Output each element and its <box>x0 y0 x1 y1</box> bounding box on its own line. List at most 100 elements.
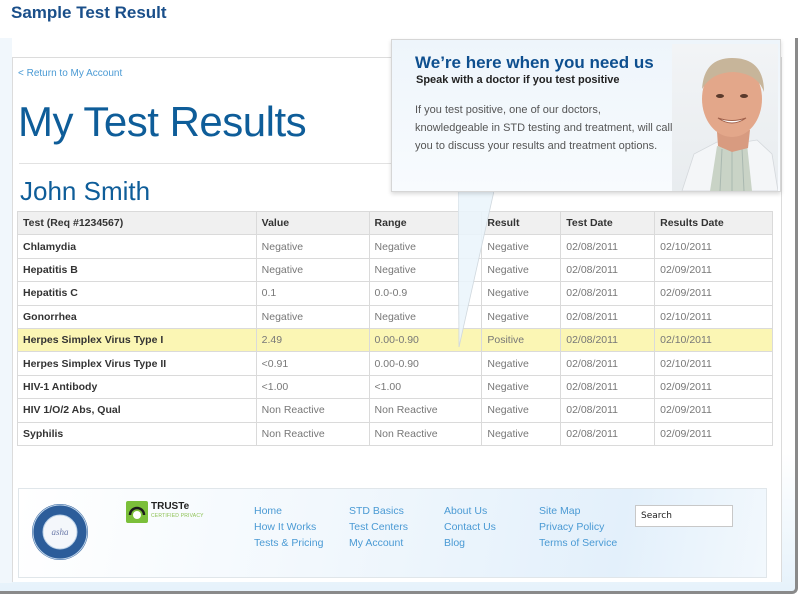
footer-links-column-1: Home How It Works Tests & Pricing <box>254 503 323 551</box>
table-row: Syphilis Non Reactive Non Reactive Negative… <box>17 421 773 446</box>
column-header-result: Result <box>481 210 562 236</box>
footer-links-column-4: Site Map Privacy Policy Terms of Service <box>539 503 617 551</box>
cell-result: Negative <box>481 281 562 306</box>
cell-range: 0.00-0.90 <box>368 327 483 353</box>
table-row: HIV 1/O/2 Abs, Qual Non Reactive Non React… <box>17 398 773 423</box>
cell-result: Positive <box>481 327 562 353</box>
footer-links-column-3: About Us Contact Us Blog <box>444 503 496 551</box>
cell-range: Negative <box>368 234 483 259</box>
cell-result: Negative <box>481 234 562 259</box>
table-row: Hepatitis C 0.1 0.0-0.9 Negative 02/08/2011 0… <box>17 281 773 306</box>
column-header-test: Test (Req #1234567) <box>17 210 257 236</box>
cell-test: Hepatitis B <box>17 257 257 283</box>
cell-results-date: 02/09/2011 <box>654 281 773 306</box>
cell-results-date: 02/10/2011 <box>654 234 773 259</box>
footer-links-column-2: STD Basics Test Centers My Account <box>349 503 408 551</box>
table-row-highlighted: Herpes Simplex Virus Type I 2.49 0.00-0.90… <box>17 327 773 353</box>
footer-link-home[interactable]: Home <box>254 503 323 519</box>
cell-result: Negative <box>481 257 562 283</box>
cell-test-date: 02/08/2011 <box>560 327 656 353</box>
patient-name: John Smith <box>20 176 151 206</box>
return-to-account-link[interactable]: < Return to My Account <box>18 68 122 79</box>
cell-value: 2.49 <box>255 327 370 353</box>
asha-verification-seal[interactable]: asha <box>31 503 89 561</box>
cell-value: Non Reactive <box>255 421 370 446</box>
cell-range: 0.00-0.90 <box>368 351 483 376</box>
cell-result: Negative <box>481 374 562 400</box>
cell-results-date: 02/09/2011 <box>654 374 773 400</box>
cell-value: Non Reactive <box>255 398 370 423</box>
cell-value: 0.1 <box>255 281 370 306</box>
cell-results-date: 02/10/2011 <box>654 351 773 376</box>
cell-results-date: 02/09/2011 <box>654 398 773 423</box>
cell-result: Negative <box>481 351 562 376</box>
callout-body: If you test positive, one of our doctors… <box>415 104 673 152</box>
page-title: Sample Test Result <box>11 3 167 22</box>
footer-link-about-us[interactable]: About Us <box>444 503 496 519</box>
footer-link-privacy-policy[interactable]: Privacy Policy <box>539 519 617 535</box>
site-footer: asha TRUSTe CERTIFIED PRIVACY Home How I… <box>18 488 767 578</box>
cell-value: <0.91 <box>255 351 370 376</box>
cell-test-date: 02/08/2011 <box>560 351 656 376</box>
footer-link-tests-pricing[interactable]: Tests & Pricing <box>254 535 323 551</box>
heading-divider <box>19 163 394 164</box>
cell-results-date: 02/09/2011 <box>654 421 773 446</box>
table-header-row: Test (Req #1234567) Value Range Result T… <box>17 210 773 236</box>
cell-range: Negative <box>368 257 483 283</box>
search-input[interactable] <box>635 505 733 527</box>
footer-link-std-basics[interactable]: STD Basics <box>349 503 408 519</box>
truste-logo-icon <box>126 501 148 523</box>
cell-range: Non Reactive <box>368 398 483 423</box>
frame-left-gutter <box>0 38 12 583</box>
column-header-results-date: Results Date <box>654 210 773 236</box>
footer-link-terms-of-service[interactable]: Terms of Service <box>539 535 617 551</box>
column-header-value: Value <box>255 210 370 236</box>
table-row: Chlamydia Negative Negative Negative 02/08/2… <box>17 234 773 259</box>
callout-subtitle: Speak with a doctor if you test positive <box>416 74 620 86</box>
asha-seal-center: asha <box>51 527 69 537</box>
cell-test: Herpes Simplex Virus Type II <box>17 351 257 376</box>
cell-range: <1.00 <box>368 374 483 400</box>
cell-result: Negative <box>481 304 562 329</box>
cell-value: Negative <box>255 257 370 283</box>
table-row: Gonorrhea Negative Negative Negative 02/08/2… <box>17 304 773 329</box>
footer-link-blog[interactable]: Blog <box>444 535 496 551</box>
cell-test: HIV-1 Antibody <box>17 374 257 400</box>
main-heading: My Test Results <box>18 98 307 145</box>
cell-test-date: 02/08/2011 <box>560 234 656 259</box>
cell-test: Chlamydia <box>17 234 257 259</box>
doctor-photo <box>672 44 778 191</box>
footer-link-site-map[interactable]: Site Map <box>539 503 617 519</box>
cell-value: Negative <box>255 304 370 329</box>
asha-seal-icon: asha <box>32 504 88 560</box>
cell-test-date: 02/08/2011 <box>560 304 656 329</box>
truste-badge[interactable]: TRUSTe CERTIFIED PRIVACY <box>126 501 208 525</box>
doctor-callout: We’re here when you need us Speak with a… <box>391 39 781 192</box>
callout-title: We’re here when you need us <box>415 53 654 72</box>
column-header-test-date: Test Date <box>560 210 656 236</box>
cell-test: Herpes Simplex Virus Type I <box>17 327 257 353</box>
results-table: Test (Req #1234567) Value Range Result T… <box>17 210 773 446</box>
cell-results-date: 02/09/2011 <box>654 257 773 283</box>
cell-result: Negative <box>481 398 562 423</box>
doctor-portrait-icon <box>681 58 778 191</box>
cell-test-date: 02/08/2011 <box>560 257 656 283</box>
cell-test-date: 02/08/2011 <box>560 281 656 306</box>
cell-value: Negative <box>255 234 370 259</box>
table-row: Hepatitis B Negative Negative Negative 02/08… <box>17 257 773 283</box>
cell-results-date: 02/10/2011 <box>654 327 773 353</box>
cell-test: Syphilis <box>17 421 257 446</box>
cell-test-date: 02/08/2011 <box>560 374 656 400</box>
cell-result: Negative <box>481 421 562 446</box>
cell-results-date: 02/10/2011 <box>654 304 773 329</box>
footer-link-contact-us[interactable]: Contact Us <box>444 519 496 535</box>
footer-link-my-account[interactable]: My Account <box>349 535 408 551</box>
cell-range: Negative <box>368 304 483 329</box>
table-row: Herpes Simplex Virus Type II <0.91 0.00-0.… <box>17 351 773 376</box>
cell-test-date: 02/08/2011 <box>560 421 656 446</box>
cell-value: <1.00 <box>255 374 370 400</box>
footer-link-how-it-works[interactable]: How It Works <box>254 519 323 535</box>
cell-test-date: 02/08/2011 <box>560 398 656 423</box>
cell-test: Gonorrhea <box>17 304 257 329</box>
footer-link-test-centers[interactable]: Test Centers <box>349 519 408 535</box>
